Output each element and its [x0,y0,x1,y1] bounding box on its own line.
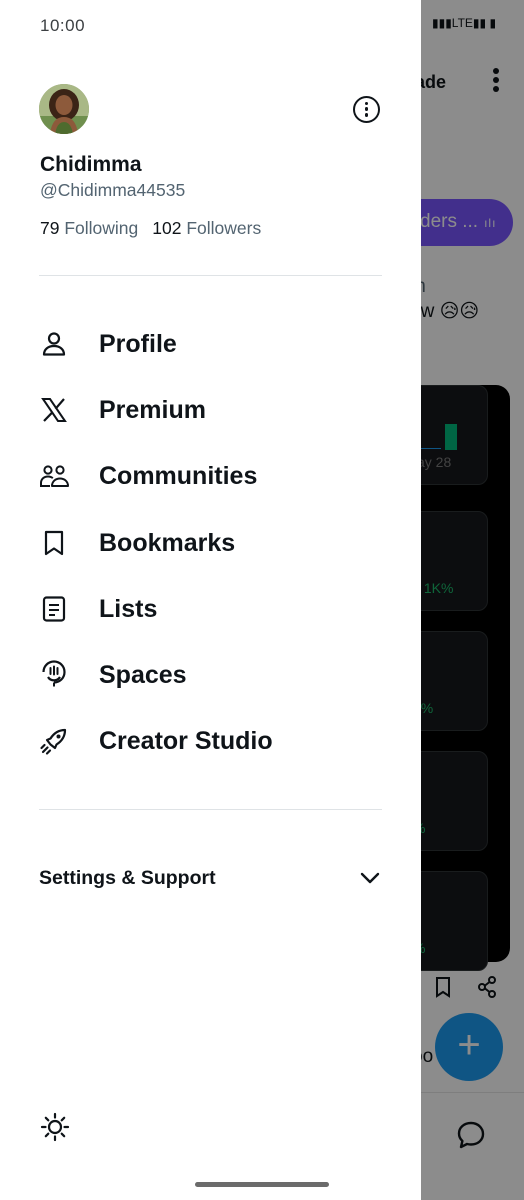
more-options-icon[interactable] [353,96,380,123]
x-logo-icon [39,395,69,425]
spaces-icon [39,660,69,690]
settings-support-toggle[interactable]: Settings & Support [39,862,382,894]
menu-item-creator-studio[interactable]: Creator Studio [39,718,382,764]
followers-link[interactable]: 102 Followers [152,218,261,238]
menu-item-label: Premium [99,395,206,424]
menu-item-label: Bookmarks [99,528,236,557]
following-label: Following [64,218,139,238]
settings-support-label: Settings & Support [39,866,216,889]
menu-item-lists[interactable]: Lists [39,586,382,632]
display-name[interactable]: Chidimma [40,153,142,177]
following-count: 79 [40,218,60,238]
followers-label: Followers [186,218,262,238]
home-indicator[interactable] [195,1182,329,1187]
user-handle[interactable]: @Chidimma44535 [40,180,185,201]
communities-icon [39,461,69,491]
follow-stats: 79 Following 102 Followers [40,218,261,239]
followers-count: 102 [152,218,182,238]
menu-item-label: Creator Studio [99,726,273,755]
menu-item-label: Spaces [99,660,187,689]
menu-item-spaces[interactable]: Spaces [39,652,382,698]
theme-toggle-sun-icon[interactable] [40,1112,70,1142]
person-icon [39,329,69,359]
following-link[interactable]: 79 Following [40,218,138,238]
menu-item-label: Profile [99,329,177,358]
list-icon [39,594,69,624]
menu-item-label: Communities [99,461,258,490]
menu-item-communities[interactable]: Communities [39,453,382,499]
rocket-icon [39,726,69,756]
menu-item-bookmarks[interactable]: Bookmarks [39,520,382,566]
menu-item-profile[interactable]: Profile [39,321,382,367]
divider [39,809,382,810]
chevron-down-icon [360,872,380,884]
navigation-drawer: 10:00 Chidimma @Chidimma44535 79 Followi… [0,0,421,1200]
avatar[interactable] [39,84,89,134]
menu-item-premium[interactable]: Premium [39,387,382,433]
divider [39,275,382,276]
avatar-image [39,84,89,134]
status-time: 10:00 [40,16,86,35]
menu-item-label: Lists [99,594,158,623]
bookmark-icon [39,528,69,558]
